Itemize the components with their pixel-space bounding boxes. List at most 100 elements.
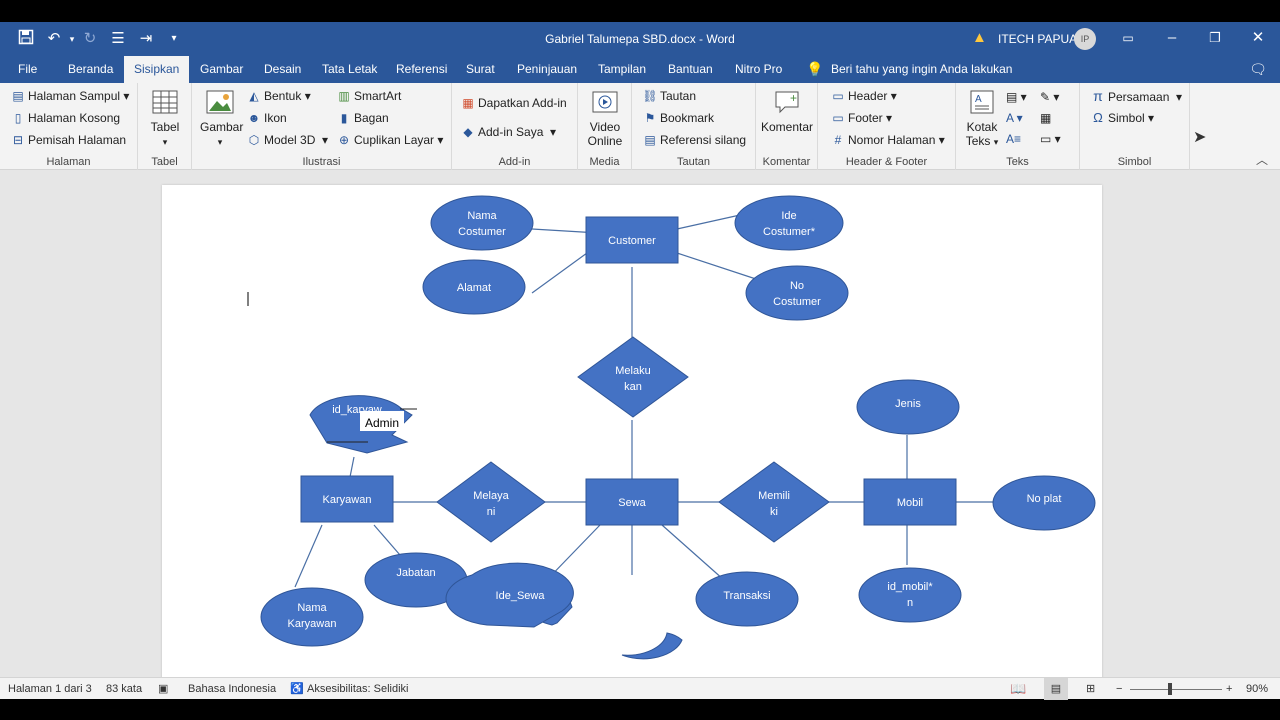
tab-sisipkan[interactable]: Sisipkan (124, 56, 190, 83)
tab-peninjauan[interactable]: Peninjauan (507, 56, 587, 83)
footer-icon: ▭ (832, 111, 844, 125)
pemisah-halaman-button[interactable]: ⊟ Pemisah Halaman (10, 130, 126, 150)
word-window: ↶ ▾ ↻ ☰ ⇥ ▾ Gabriel Talumepa SBD.docx - … (0, 0, 1280, 720)
halaman-kosong-button[interactable]: ▯ Halaman Kosong (10, 108, 120, 128)
collapse-ribbon-icon[interactable]: ︿ (1256, 151, 1268, 168)
attribute-id-mobil[interactable] (858, 567, 962, 623)
tab-desain[interactable]: Desain (254, 56, 311, 83)
tab-gambar[interactable]: Gambar (190, 56, 253, 83)
tab-surat[interactable]: Surat (456, 56, 505, 83)
shapes-icon: ◭ (249, 89, 259, 103)
close-button[interactable]: ✕ (1238, 26, 1278, 50)
comments-icon[interactable]: 🗨 (1248, 59, 1268, 79)
label-melakukan-2: kan (624, 381, 642, 393)
page-count[interactable]: Halaman 1 dari 3 (8, 678, 92, 700)
comment-icon: + (775, 91, 799, 114)
kotak-teks-button[interactable]: A Kotak Teks ▾ (962, 88, 1002, 149)
gambar-button[interactable]: Gambar ▾ (200, 88, 243, 149)
nomor-halaman-button[interactable]: # Nomor Halaman ▾ (830, 130, 945, 150)
tab-tampilan[interactable]: Tampilan (588, 56, 656, 83)
zoom-out-button[interactable]: − (1116, 678, 1122, 700)
warning-icon[interactable]: ▲ (972, 29, 987, 46)
tabel-button[interactable]: Tabel ▾ (146, 88, 184, 149)
group-halaman: ▤ Halaman Sampul ▾ ▯ Halaman Kosong ⊟ Pemis… (0, 83, 138, 170)
header-button[interactable]: ▭ Header ▾ (830, 86, 896, 106)
video-online-button[interactable]: Video Online (584, 88, 626, 148)
object-icon[interactable]: ▭ ▾ (1040, 129, 1061, 149)
cuplikan-layar-button[interactable]: ⊕ Cuplikan Layar ▾ (336, 130, 443, 150)
tell-me-search[interactable]: Beri tahu yang ingin Anda lakukan (831, 56, 1012, 83)
signature-line-icon[interactable]: ✎ ▾ (1040, 87, 1059, 107)
zoom-slider-thumb[interactable] (1168, 683, 1172, 695)
footer-button[interactable]: ▭ Footer ▾ (830, 108, 892, 128)
document-page[interactable]: Customer Sewa Karyawan Mobil Melaku kan … (162, 185, 1102, 677)
zoom-level[interactable]: 90% (1246, 678, 1268, 700)
label-ide-sewa: Ide_Sewa (496, 590, 546, 602)
group-simbol: π Persamaan ▾ Ω Simbol ▾ Simbol (1080, 83, 1190, 170)
group-ilustrasi: Gambar ▾ ◭ Bentuk ▾ ☻ Ikon ⬡ Model 3D ▾ ▥ Sma… (192, 83, 452, 170)
attribute-nama-karyawan[interactable] (260, 587, 364, 647)
smartart-button[interactable]: ▥ SmartArt (336, 86, 401, 106)
accessibility-status[interactable]: Aksesibilitas: Selidiki (307, 678, 408, 700)
document-canvas[interactable]: Customer Sewa Karyawan Mobil Melaku kan … (0, 171, 1280, 677)
print-layout-icon[interactable]: ▤ (1044, 678, 1068, 700)
avatar[interactable]: IP (1074, 28, 1096, 50)
tautan-button[interactable]: ⛓ Tautan (642, 86, 696, 106)
group-label-addin: Add-in (498, 156, 531, 168)
bagan-button[interactable]: ▮ Bagan (336, 108, 389, 128)
group-tabel: Tabel ▾ Tabel (138, 83, 192, 170)
referensi-silang-button[interactable]: ▤ Referensi silang (642, 130, 746, 150)
halaman-sampul-button[interactable]: ▤ Halaman Sampul ▾ (10, 86, 129, 106)
tab-referensi[interactable]: Referensi (386, 56, 457, 83)
restore-button[interactable]: ❐ (1195, 26, 1235, 50)
tab-tata-letak[interactable]: Tata Letak (312, 56, 387, 83)
group-media: Video Online Media (578, 83, 632, 170)
read-mode-icon[interactable]: 📖 (1010, 678, 1026, 700)
relationship-melayani[interactable] (436, 461, 546, 543)
blank-page-icon: ▯ (14, 111, 22, 125)
group-addin: ▦ Dapatkan Add-in ◆ Add-in Saya ▾ Add-in (452, 83, 578, 170)
attribute-ide-costumer[interactable] (734, 195, 844, 251)
tab-bantuan[interactable]: Bantuan (658, 56, 723, 83)
group-label-ilustrasi: Ilustrasi (302, 156, 341, 168)
cover-page-icon: ▤ (12, 89, 24, 103)
zoom-in-button[interactable]: + (1226, 678, 1232, 700)
bookmark-icon: ⚑ (644, 111, 656, 125)
tab-file[interactable]: File (8, 56, 47, 83)
model-3d-button[interactable]: ⬡ Model 3D ▾ (246, 130, 328, 150)
label-no-costumer-1: No (790, 280, 804, 292)
addin-saya-button[interactable]: ◆ Add-in Saya ▾ (460, 122, 556, 142)
attribute-no-costumer[interactable] (745, 265, 849, 321)
dapatkan-addin-button[interactable]: ▦ Dapatkan Add-in (460, 93, 566, 113)
language[interactable]: Bahasa Indonesia (188, 678, 276, 700)
drop-cap-icon[interactable]: A≡ (1006, 129, 1021, 149)
zoom-slider[interactable] (1130, 689, 1222, 690)
web-layout-icon[interactable]: ⊞ (1086, 678, 1095, 700)
group-komentar: + Komentar Komentar (756, 83, 818, 170)
attribute-nama-costumer[interactable] (430, 195, 534, 251)
quick-parts-icon[interactable]: ▤ ▾ (1006, 87, 1027, 107)
label-nama-costumer-2: Costumer (458, 226, 506, 238)
date-time-icon[interactable]: ▦ (1040, 108, 1051, 128)
group-label-komentar: Komentar (762, 156, 811, 168)
minimize-button[interactable]: – (1152, 26, 1192, 50)
simbol-button[interactable]: Ω Simbol ▾ (1090, 108, 1154, 128)
ribbon-tabs: File Beranda Sisipkan Gambar Desain Tata… (0, 56, 1280, 83)
bentuk-button[interactable]: ◭ Bentuk ▾ (246, 86, 310, 106)
tab-nitro-pro[interactable]: Nitro Pro (725, 56, 792, 83)
bookmark-button[interactable]: ⚑ Bookmark (642, 108, 714, 128)
relationship-melakukan[interactable] (577, 336, 689, 418)
komentar-button[interactable]: + Komentar (760, 88, 814, 134)
ikon-button[interactable]: ☻ Ikon (246, 108, 287, 128)
persamaan-button[interactable]: π Persamaan ▾ (1090, 86, 1182, 106)
label-partial-bottom: ksi (640, 631, 653, 643)
tab-beranda[interactable]: Beranda (58, 56, 123, 83)
relationship-memiliki[interactable] (718, 461, 830, 543)
ribbon-display-options-icon[interactable]: ▭ (1108, 26, 1148, 50)
proofing-icon[interactable]: ▣ (158, 678, 168, 700)
wordart-icon[interactable]: A ▾ (1006, 108, 1023, 128)
label-id-mobil-1: id_mobil* (887, 581, 933, 593)
word-count[interactable]: 83 kata (106, 678, 142, 700)
accessibility-icon[interactable]: ♿ (290, 678, 304, 700)
user-name[interactable]: ITECH PAPUA (998, 32, 1077, 46)
